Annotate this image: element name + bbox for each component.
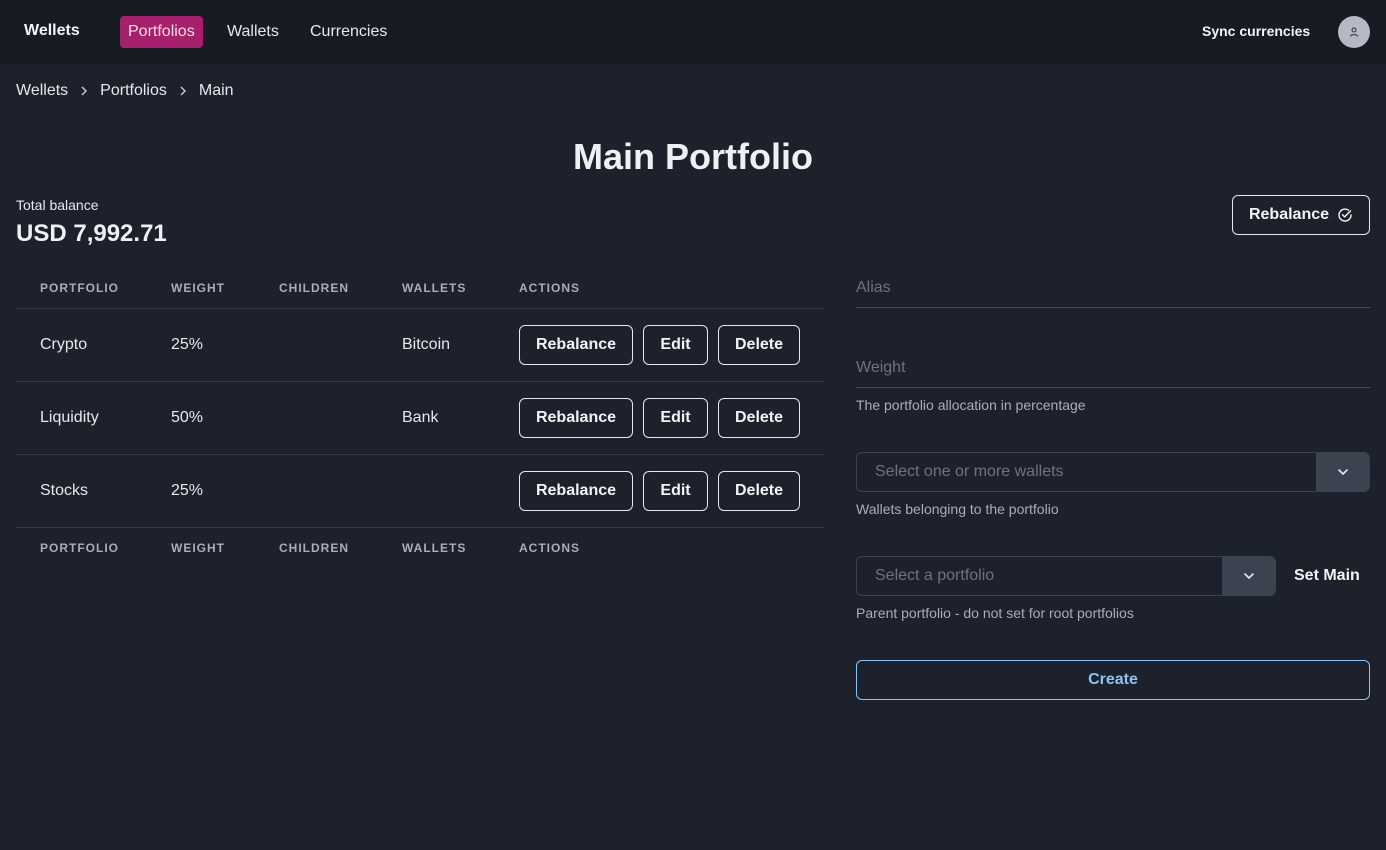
cell-weight: 25%	[171, 336, 204, 353]
nav-link-wallets[interactable]: Wallets	[219, 16, 287, 48]
cell-weight: 50%	[171, 409, 204, 426]
weight-underline	[856, 387, 1370, 388]
parent-portfolio-select[interactable]: Select a portfolio	[856, 556, 1276, 596]
column-header-weight: WEIGHT	[171, 281, 225, 295]
rebalance-button[interactable]: Rebalance	[519, 471, 633, 511]
column-header-portfolio: PORTFOLIO	[40, 281, 119, 295]
divider	[16, 308, 824, 309]
divider	[16, 381, 824, 382]
delete-button[interactable]: Delete	[718, 471, 800, 511]
delete-button[interactable]: Delete	[718, 325, 800, 365]
cell-wallets: Bitcoin	[402, 336, 451, 353]
weight-helper-text: The portfolio allocation in percentage	[856, 397, 1086, 413]
breadcrumb: Wellets Portfolios Main	[16, 82, 234, 100]
column-footer-weight: WEIGHT	[171, 541, 225, 555]
column-footer-wallets: WALLETS	[402, 541, 467, 555]
create-button[interactable]: Create	[856, 660, 1370, 700]
nav-link-currencies[interactable]: Currencies	[302, 16, 395, 48]
edit-button[interactable]: Edit	[643, 398, 708, 438]
chevron-right-icon	[80, 86, 88, 96]
chevron-down-icon[interactable]	[1222, 557, 1275, 595]
rebalance-button[interactable]: Rebalance	[519, 398, 633, 438]
breadcrumb-item-portfolios[interactable]: Portfolios	[100, 82, 167, 100]
nav-link-portfolios[interactable]: Portfolios	[120, 16, 203, 48]
parent-helper-text: Parent portfolio - do not set for root p…	[856, 605, 1134, 621]
rebalance-button[interactable]: Rebalance	[519, 325, 633, 365]
rebalance-main-button[interactable]: Rebalance	[1232, 195, 1370, 235]
breadcrumb-item-main: Main	[198, 82, 234, 99]
alias-input[interactable]: Alias	[856, 279, 1370, 305]
alias-underline	[856, 307, 1370, 308]
chevron-right-icon	[179, 86, 187, 96]
wallets-select[interactable]: Select one or more wallets	[856, 452, 1370, 492]
total-balance-value: USD 7,992.71	[16, 220, 167, 247]
set-main-button[interactable]: Set Main	[1294, 567, 1360, 585]
page-title: Main Portfolio	[573, 136, 813, 177]
avatar[interactable]	[1338, 16, 1370, 48]
column-header-children: CHILDREN	[279, 281, 349, 295]
breadcrumb-item-wellets[interactable]: Wellets	[16, 82, 68, 100]
check-circle-icon	[1338, 208, 1352, 222]
column-footer-children: CHILDREN	[279, 541, 349, 555]
edit-button[interactable]: Edit	[643, 325, 708, 365]
parent-portfolio-placeholder: Select a portfolio	[875, 567, 995, 584]
cell-weight: 25%	[171, 482, 204, 499]
user-icon	[1350, 27, 1358, 37]
column-footer-portfolio: PORTFOLIO	[40, 541, 119, 555]
sync-currencies-button[interactable]: Sync currencies	[1202, 23, 1310, 39]
delete-button[interactable]: Delete	[718, 398, 800, 438]
rebalance-main-label: Rebalance	[1248, 206, 1330, 223]
wallets-helper-text: Wallets belonging to the portfolio	[856, 501, 1059, 517]
divider	[16, 454, 824, 455]
column-footer-actions: ACTIONS	[519, 541, 580, 555]
chevron-down-icon[interactable]	[1316, 453, 1369, 491]
cell-portfolio: Liquidity	[40, 409, 99, 426]
edit-button[interactable]: Edit	[643, 471, 708, 511]
total-balance-label: Total balance	[16, 197, 99, 213]
wallets-select-placeholder: Select one or more wallets	[875, 463, 1064, 480]
cell-portfolio: Stocks	[40, 482, 89, 499]
divider	[16, 527, 824, 528]
weight-input[interactable]: Weight	[856, 359, 1370, 385]
top-navbar: Wellets Portfolios Wallets Currencies Sy…	[0, 0, 1386, 64]
column-header-wallets: WALLETS	[402, 281, 467, 295]
cell-portfolio: Crypto	[40, 336, 88, 353]
cell-wallets: Bank	[402, 409, 439, 426]
column-header-actions: ACTIONS	[519, 281, 580, 295]
brand-logo[interactable]: Wellets	[24, 22, 80, 40]
